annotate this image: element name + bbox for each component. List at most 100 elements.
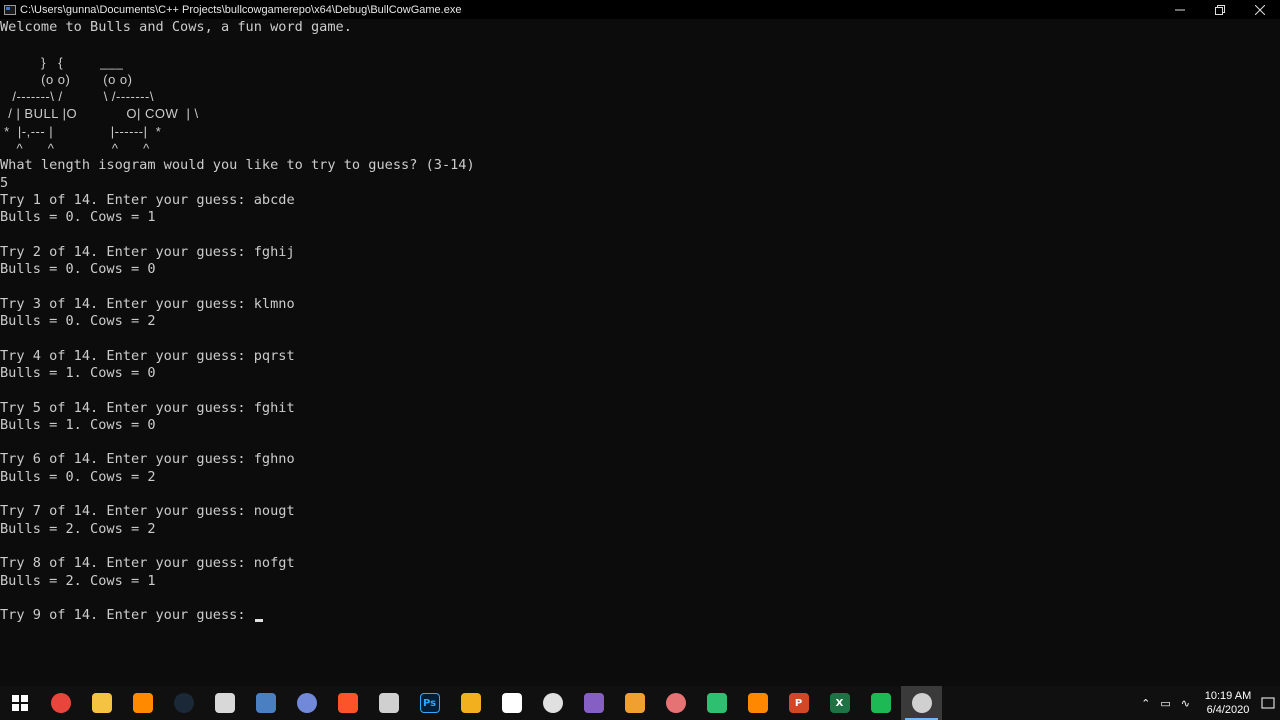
clock-time: 10:19 AM bbox=[1204, 690, 1252, 702]
unity-icon bbox=[542, 693, 563, 713]
clock-date: 6/4/2020 bbox=[1206, 704, 1250, 716]
window-title: C:\Users\gunna\Documents\C++ Projects\bu… bbox=[20, 3, 462, 16]
taskbar-app-button[interactable] bbox=[573, 686, 614, 720]
console-line: Try 1 of 14. Enter your guess: abcde bbox=[0, 191, 295, 208]
clock[interactable]: 10:19 AM 6/4/2020 bbox=[1200, 689, 1256, 717]
chevron-up-icon[interactable]: ⌃ bbox=[1141, 697, 1150, 710]
flag-icon bbox=[706, 693, 727, 713]
taskbar-app-button[interactable] bbox=[81, 686, 122, 720]
brave-icon bbox=[337, 693, 358, 713]
paint-icon bbox=[255, 693, 276, 713]
vlc-icon bbox=[747, 693, 768, 713]
itunes-icon bbox=[214, 693, 235, 713]
console-line: Bulls = 1. Cows = 0 bbox=[0, 364, 156, 381]
taskbar: Ps P X ⌃ ▭ ∿ 10:19 AM 6/4/2020 bbox=[0, 686, 1280, 720]
console-line: Welcome to Bulls and Cows, a fun word ga… bbox=[0, 19, 352, 35]
text-cursor bbox=[254, 619, 263, 623]
taskbar-app-button[interactable] bbox=[696, 686, 737, 720]
console-line: Bulls = 2. Cows = 1 bbox=[0, 572, 156, 589]
search-icon bbox=[132, 693, 153, 713]
pinned-apps: Ps P X bbox=[40, 686, 942, 720]
git-icon bbox=[501, 693, 522, 713]
notification-button[interactable] bbox=[1256, 686, 1280, 720]
taskbar-app-button[interactable] bbox=[450, 686, 491, 720]
sync-icon bbox=[870, 693, 891, 713]
file-explorer-icon bbox=[91, 693, 112, 713]
windows-logo-icon bbox=[12, 695, 28, 711]
console-line: Bulls = 0. Cows = 0 bbox=[0, 261, 156, 278]
close-button[interactable] bbox=[1240, 0, 1280, 19]
console-line: * |-,--- | |------| * bbox=[0, 123, 162, 139]
restore-icon bbox=[1215, 4, 1225, 15]
discord-icon bbox=[296, 693, 317, 713]
taskbar-app-button[interactable] bbox=[122, 686, 163, 720]
battery-icon[interactable]: ▭ bbox=[1160, 697, 1170, 710]
notification-icon bbox=[1261, 697, 1275, 709]
steam-icon bbox=[173, 693, 194, 713]
excel-icon: X bbox=[829, 693, 850, 713]
taskbar-app-button[interactable]: P bbox=[778, 686, 819, 720]
minimize-icon bbox=[1175, 9, 1185, 10]
console-line: Try 7 of 14. Enter your guess: nougt bbox=[0, 503, 295, 520]
console-window-icon[interactable] bbox=[4, 4, 16, 15]
console-line: } { ___ bbox=[0, 54, 124, 70]
console-line: (o o) (o o) bbox=[0, 71, 133, 87]
close-icon bbox=[1255, 4, 1265, 15]
console-line: Try 2 of 14. Enter your guess: fghij bbox=[0, 243, 295, 260]
taskbar-app-button[interactable] bbox=[860, 686, 901, 720]
taskbar-app-button[interactable] bbox=[737, 686, 778, 720]
taskbar-app-button[interactable]: X bbox=[819, 686, 860, 720]
sublime-icon bbox=[624, 693, 645, 713]
taskbar-app-button[interactable] bbox=[655, 686, 696, 720]
taskbar-app-button[interactable] bbox=[204, 686, 245, 720]
taskbar-app-button[interactable] bbox=[491, 686, 532, 720]
console-line: / | BULL |O O| COW | \ bbox=[0, 106, 199, 122]
title-bar: C:\Users\gunna\Documents\C++ Projects\bu… bbox=[0, 0, 1280, 19]
taskbar-app-button[interactable] bbox=[901, 686, 942, 720]
window-controls bbox=[1160, 0, 1280, 19]
taskbar-app-button[interactable] bbox=[327, 686, 368, 720]
taskbar-app-button[interactable] bbox=[614, 686, 655, 720]
console-line: Bulls = 0. Cows = 1 bbox=[0, 209, 156, 226]
printer-icon bbox=[460, 693, 481, 713]
console-line: Bulls = 0. Cows = 2 bbox=[0, 313, 156, 330]
console-line: Bulls = 1. Cows = 0 bbox=[0, 416, 156, 433]
console-line: Try 8 of 14. Enter your guess: nofgt bbox=[0, 555, 295, 572]
start-button[interactable] bbox=[0, 686, 40, 720]
console-output[interactable]: Welcome to Bulls and Cows, a fun word ga… bbox=[0, 19, 1280, 686]
taskbar-app-button[interactable]: Ps bbox=[409, 686, 450, 720]
console-prompt-line: Try 9 of 14. Enter your guess: bbox=[0, 607, 1280, 624]
console-icon bbox=[911, 693, 932, 713]
console-line: ^ ^ ^ ^ bbox=[0, 141, 150, 157]
console-line: Bulls = 2. Cows = 2 bbox=[0, 520, 156, 537]
taskbar-app-button[interactable] bbox=[245, 686, 286, 720]
taskbar-app-button[interactable] bbox=[286, 686, 327, 720]
taskbar-app-button[interactable] bbox=[532, 686, 573, 720]
visual-studio-icon bbox=[583, 693, 604, 713]
game-icon bbox=[665, 693, 686, 713]
console-line: Try 3 of 14. Enter your guess: klmno bbox=[0, 295, 295, 312]
chrome-icon bbox=[50, 693, 71, 713]
console-line: 5 bbox=[0, 174, 9, 191]
console-line: What length isogram would you like to tr… bbox=[0, 157, 475, 174]
taskbar-app-button[interactable] bbox=[163, 686, 204, 720]
powerpoint-icon: P bbox=[788, 693, 809, 713]
console-line: /-------\ / \ /-------\ bbox=[0, 89, 154, 105]
taskbar-app-button[interactable] bbox=[368, 686, 409, 720]
photoshop-icon: Ps bbox=[419, 693, 440, 713]
taskbar-app-button[interactable] bbox=[40, 686, 81, 720]
console-line: Try 6 of 14. Enter your guess: fghno bbox=[0, 451, 295, 468]
console-line: Try 5 of 14. Enter your guess: fghit bbox=[0, 399, 295, 416]
restore-button[interactable] bbox=[1200, 0, 1240, 19]
minimize-button[interactable] bbox=[1160, 0, 1200, 19]
wifi-icon[interactable]: ∿ bbox=[1181, 697, 1190, 710]
